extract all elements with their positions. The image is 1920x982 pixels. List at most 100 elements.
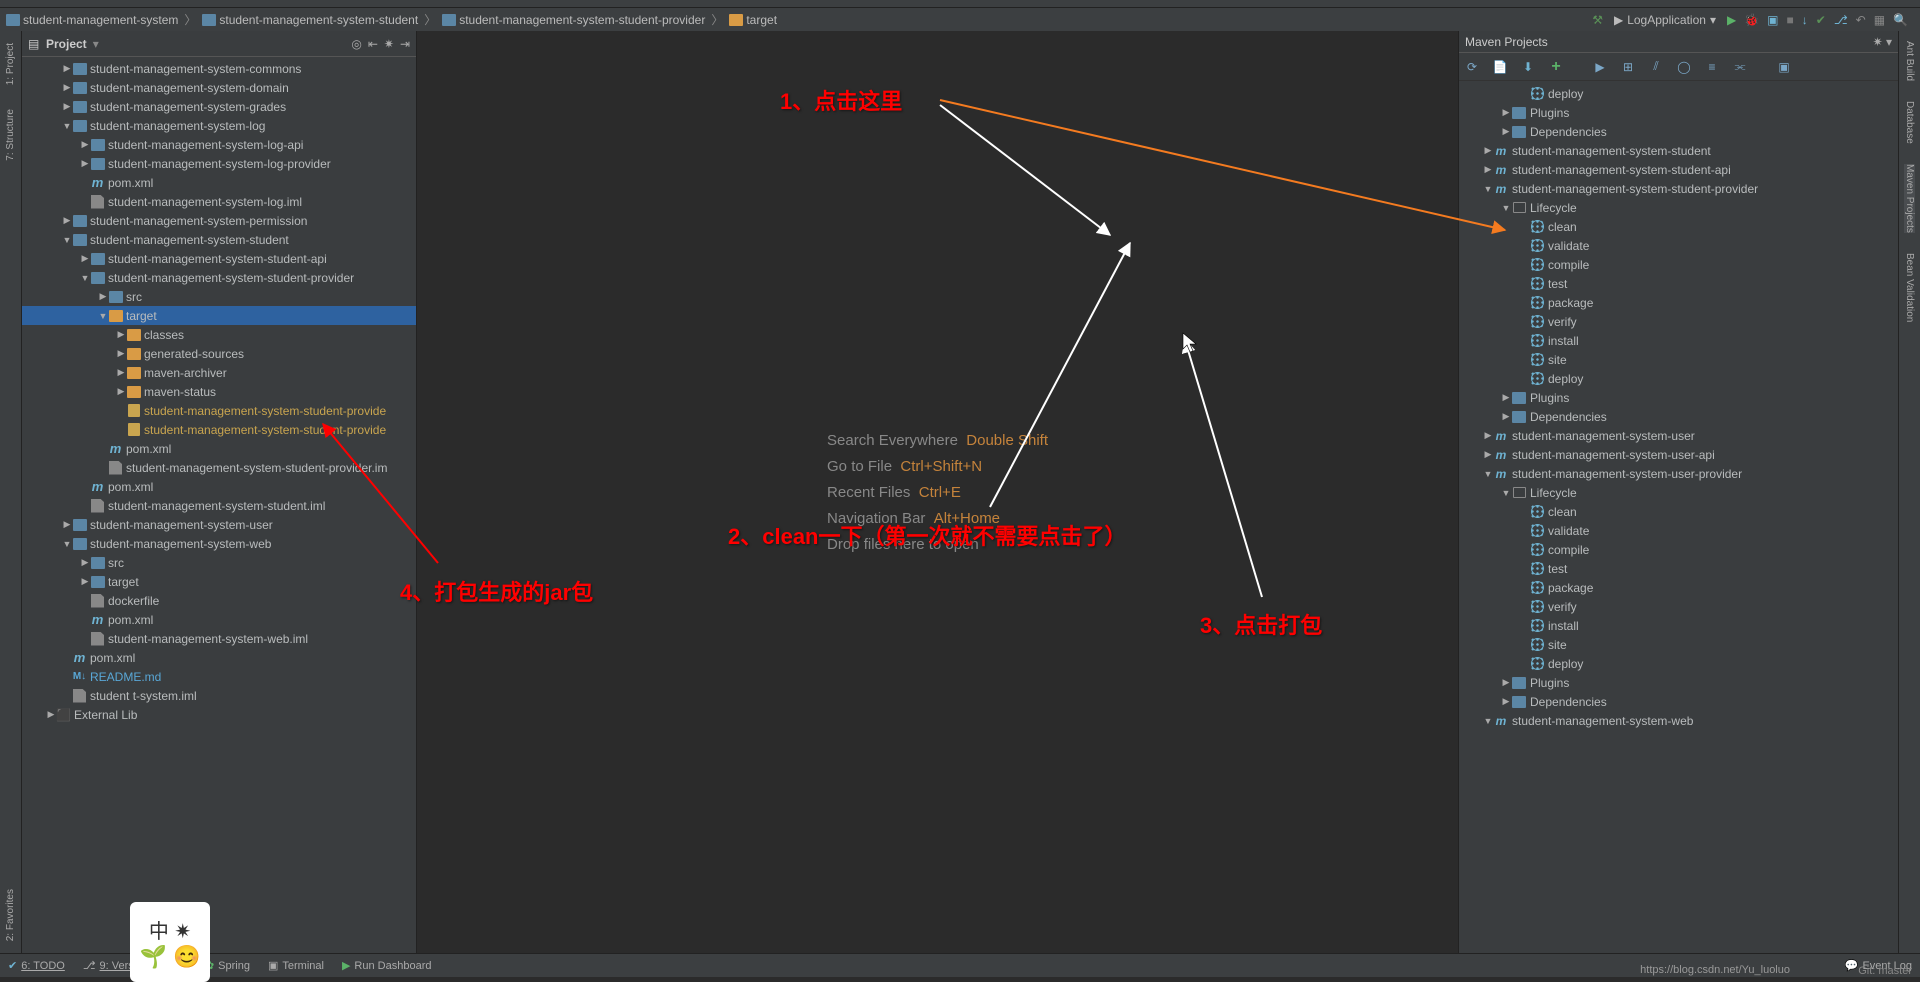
tree-item[interactable]: dockerfile [22, 591, 416, 610]
maven-tree-item[interactable]: ▶Plugins [1459, 103, 1898, 122]
editor-area[interactable]: Search Everywhere Double ShiftGo to File… [417, 31, 1458, 953]
tree-item[interactable]: mpom.xml [22, 610, 416, 629]
tree-item[interactable]: student-management-system-web.iml [22, 629, 416, 648]
tree-item[interactable]: M↓README.md [22, 667, 416, 686]
refresh-icon[interactable]: ⟳ [1463, 58, 1481, 76]
run-dash-tab[interactable]: ▶Run Dashboard [342, 959, 432, 972]
breadcrumb-item[interactable]: student-management-system-student-provid… [442, 13, 705, 27]
maven-tree-item[interactable]: validate [1459, 236, 1898, 255]
tree-item[interactable]: ▶student-management-system-domain [22, 78, 416, 97]
maven-tree-item[interactable]: site [1459, 635, 1898, 654]
tree-item[interactable]: ▶student-management-system-log-provider [22, 154, 416, 173]
run-button[interactable]: ▶ [1727, 13, 1736, 27]
breadcrumb-item[interactable]: student-management-system [6, 13, 178, 27]
maven-tree-item[interactable]: ▶Plugins [1459, 388, 1898, 407]
main-menu-bar[interactable] [0, 0, 1920, 8]
skip-tests-icon[interactable]: ≡ [1703, 58, 1721, 76]
tree-item[interactable]: mpom.xml [22, 173, 416, 192]
offline-icon[interactable]: ◯ [1675, 58, 1693, 76]
maven-tree-item[interactable]: ▼Lifecycle [1459, 483, 1898, 502]
maven-tree[interactable]: deploy▶Plugins▶Dependencies▶mstudent-man… [1459, 81, 1898, 953]
download-icon[interactable]: ⬇ [1519, 58, 1537, 76]
maven-tree-item[interactable]: compile [1459, 540, 1898, 559]
tree-item[interactable]: ▶student-management-system-commons [22, 59, 416, 78]
maven-tree-item[interactable]: ▶Dependencies [1459, 122, 1898, 141]
tree-item[interactable]: student-management-system-log.iml [22, 192, 416, 211]
tree-item[interactable]: mpom.xml [22, 648, 416, 667]
maven-tree-item[interactable]: ▶Dependencies [1459, 692, 1898, 711]
maven-tree-item[interactable]: install [1459, 331, 1898, 350]
tree-item[interactable]: ▶generated-sources [22, 344, 416, 363]
coverage-button[interactable]: ▣ [1767, 13, 1778, 27]
tree-item[interactable]: student-management-system-student.iml [22, 496, 416, 515]
tree-item[interactable]: ▶student-management-system-user [22, 515, 416, 534]
maven-tree-item[interactable]: verify [1459, 312, 1898, 331]
debug-button[interactable]: 🐞 [1744, 13, 1759, 27]
tool-tab-structure[interactable]: 7: Structure [5, 109, 16, 161]
tree-item[interactable]: ▶maven-archiver [22, 363, 416, 382]
maven-tree-item[interactable]: clean [1459, 502, 1898, 521]
maven-tree-item[interactable]: package [1459, 578, 1898, 597]
add-icon[interactable]: + [1547, 58, 1565, 76]
tree-item[interactable]: ▶student-management-system-student-api [22, 249, 416, 268]
build-icon[interactable]: ⚒ [1592, 13, 1603, 27]
maven-tree-item[interactable]: ▼mstudent-management-system-user-provide… [1459, 464, 1898, 483]
tree-item[interactable]: mpom.xml [22, 439, 416, 458]
tree-item[interactable]: ▼student-management-system-student-provi… [22, 268, 416, 287]
maven-tree-item[interactable]: ▶mstudent-management-system-user [1459, 426, 1898, 445]
maven-tree-item[interactable]: compile [1459, 255, 1898, 274]
run-config-selector[interactable]: ▶ LogApplication ▾ [1611, 12, 1719, 28]
tree-item[interactable]: student-management-system-student-provid… [22, 401, 416, 420]
vcs-update-icon[interactable]: ↓ [1802, 13, 1808, 27]
execute-icon[interactable]: ⊞ [1619, 58, 1637, 76]
tool-tab-favorites[interactable]: 2: Favorites [5, 889, 16, 941]
maven-tree-item[interactable]: deploy [1459, 84, 1898, 103]
tree-item[interactable]: ▼student-management-system-log [22, 116, 416, 135]
maven-tree-item[interactable]: ▶mstudent-management-system-user-api [1459, 445, 1898, 464]
project-tree[interactable]: ▶student-management-system-commons▶stude… [22, 57, 416, 953]
maven-tree-item[interactable]: site [1459, 350, 1898, 369]
locate-icon[interactable]: ◎ [351, 37, 361, 51]
tree-item[interactable]: ▶student-management-system-log-api [22, 135, 416, 154]
collapse-all-icon[interactable]: ▣ [1775, 58, 1793, 76]
tree-item[interactable]: ▶⬛External Lib [22, 705, 416, 724]
tree-item[interactable]: ▶classes [22, 325, 416, 344]
toggle-icon[interactable]: ⫽ [1647, 58, 1665, 76]
maven-tree-item[interactable]: validate [1459, 521, 1898, 540]
run-icon[interactable]: ▶ [1591, 58, 1609, 76]
tree-item[interactable]: mpom.xml [22, 477, 416, 496]
todo-tab[interactable]: ✔6: TODO [8, 959, 65, 972]
maven-tree-item[interactable]: verify [1459, 597, 1898, 616]
git-branch[interactable]: Git: master [1858, 965, 1912, 977]
tree-item[interactable]: ▼student-management-system-web [22, 534, 416, 553]
tool-tab-project[interactable]: 1: Project [5, 43, 16, 85]
spring-tab[interactable]: ✿Spring [205, 959, 250, 972]
maven-tree-item[interactable]: deploy [1459, 654, 1898, 673]
show-deps-icon[interactable]: ⫘ [1731, 58, 1749, 76]
tree-item[interactable]: student t-system.iml [22, 686, 416, 705]
maven-tree-item[interactable]: test [1459, 274, 1898, 293]
maven-tree-item[interactable]: clean [1459, 217, 1898, 236]
tree-item[interactable]: ▼target [22, 306, 416, 325]
stop-button[interactable]: ■ [1787, 13, 1794, 27]
tree-item[interactable]: ▼student-management-system-student [22, 230, 416, 249]
breadcrumb-item[interactable]: target [729, 13, 777, 27]
tree-item[interactable]: ▶student-management-system-permission [22, 211, 416, 230]
generate-sources-icon[interactable]: 📄 [1491, 58, 1509, 76]
tool-tab-maven[interactable]: Maven Projects [1904, 164, 1915, 233]
tree-item[interactable]: student-management-system-student-provid… [22, 458, 416, 477]
maven-tree-item[interactable]: package [1459, 293, 1898, 312]
tree-item[interactable]: ▶maven-status [22, 382, 416, 401]
maven-tree-item[interactable]: ▼mstudent-management-system-web [1459, 711, 1898, 730]
tree-item[interactable]: ▶src [22, 553, 416, 572]
gear-icon[interactable]: ✷ ▾ [1873, 35, 1892, 49]
search-icon[interactable]: 🔍 [1893, 13, 1908, 27]
tree-item[interactable]: student-management-system-student-provid… [22, 420, 416, 439]
settings-icon[interactable]: ▦ [1874, 13, 1885, 27]
tool-tab-ant[interactable]: Ant Build [1904, 41, 1915, 81]
tree-item[interactable]: ▶target [22, 572, 416, 591]
tree-item[interactable]: ▶student-management-system-grades [22, 97, 416, 116]
undo-icon[interactable]: ↶ [1856, 13, 1866, 27]
maven-tree-item[interactable]: install [1459, 616, 1898, 635]
maven-tree-item[interactable]: deploy [1459, 369, 1898, 388]
